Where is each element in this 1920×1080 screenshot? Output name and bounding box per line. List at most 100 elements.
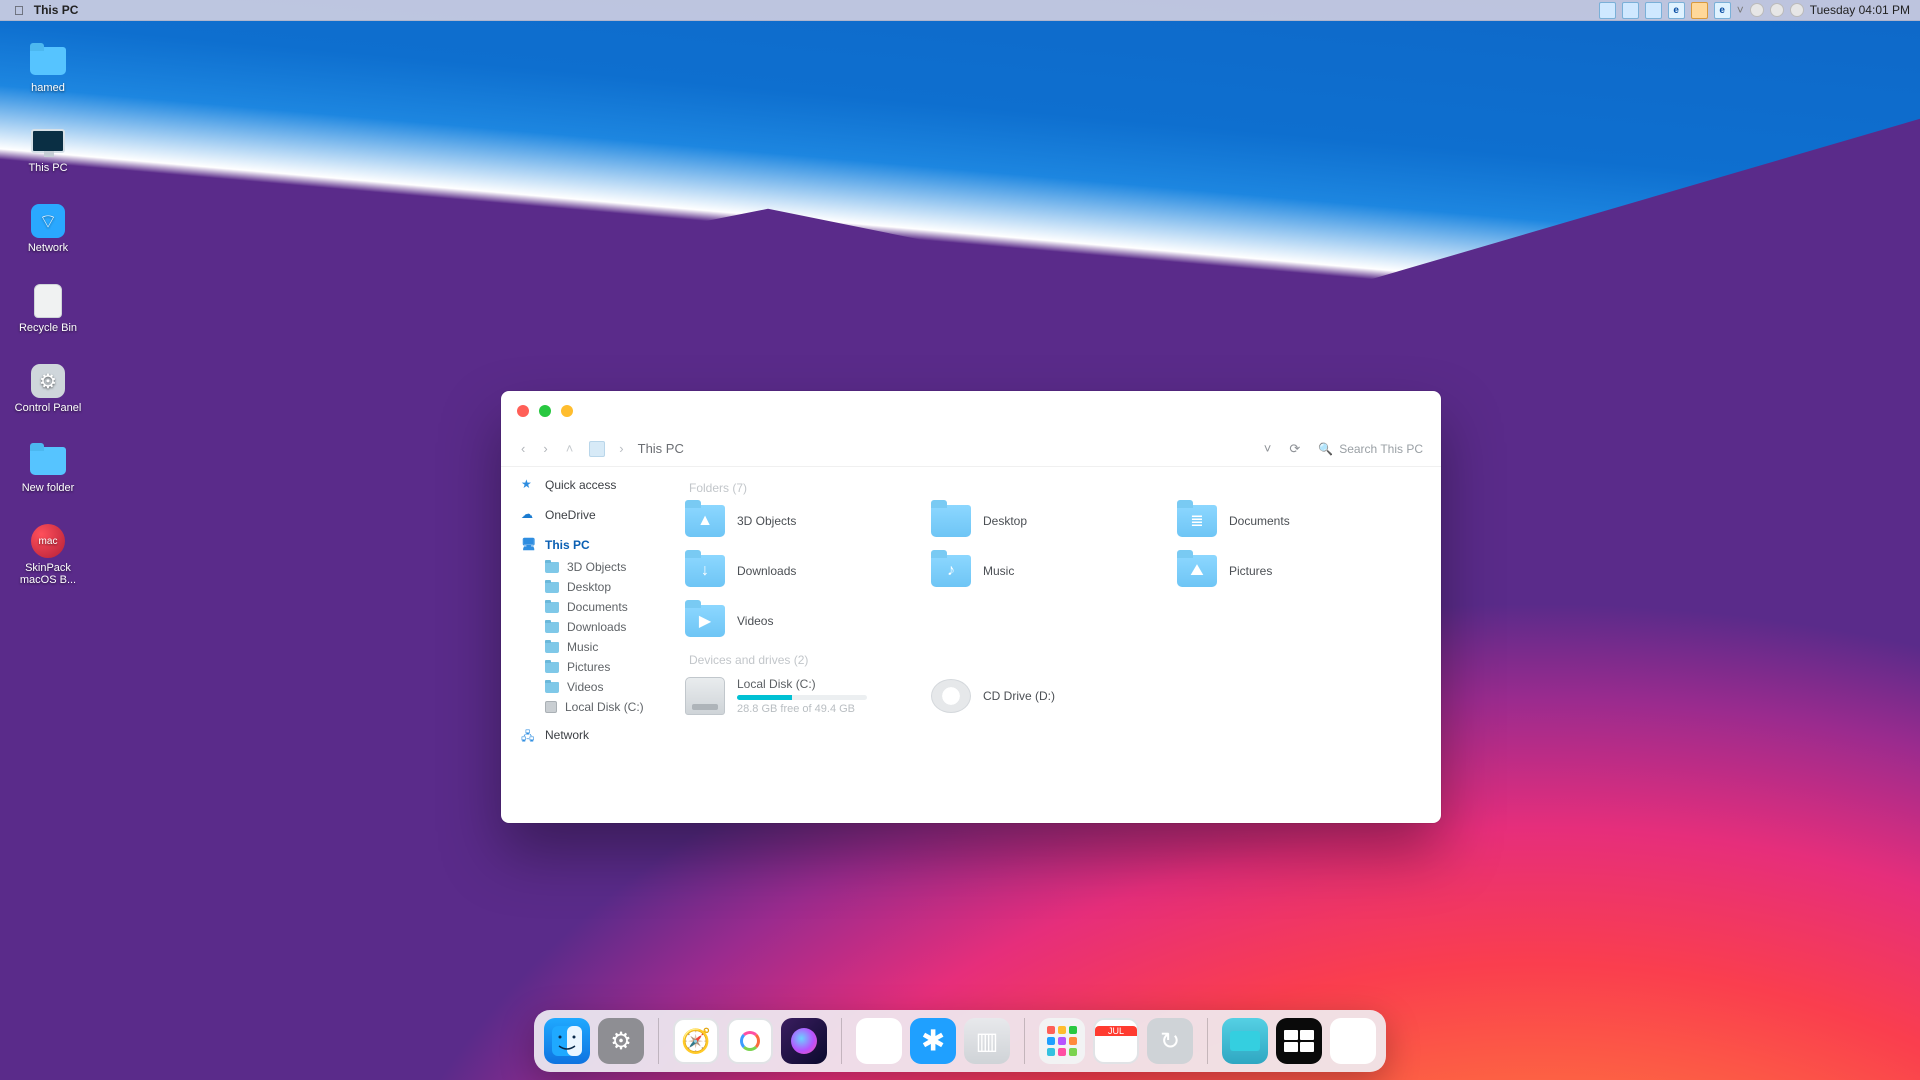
capacity-bar: [737, 695, 867, 700]
menu-bar:  This PC e e ˅ Tuesday 04:01 PM: [0, 0, 1920, 21]
search-placeholder: Search This PC: [1339, 442, 1423, 456]
sidebar-3d-objects[interactable]: 3D Objects: [515, 557, 669, 577]
sidebar-pictures[interactable]: Pictures: [515, 657, 669, 677]
content-pane[interactable]: Folders (7) ▲3D Objects Desktop ≣Documen…: [679, 467, 1441, 823]
dock-siri[interactable]: [781, 1018, 827, 1064]
folder-3d-objects[interactable]: ▲3D Objects: [685, 505, 931, 537]
dock-trash[interactable]: 🗑: [1330, 1018, 1376, 1064]
siri-icon: [791, 1028, 817, 1054]
desktop-icon-this-pc[interactable]: This PC: [10, 126, 86, 174]
desktop-icon-recycle-bin[interactable]: Recycle Bin: [10, 286, 86, 334]
sidebar-music[interactable]: Music: [515, 637, 669, 657]
dock-finder[interactable]: [544, 1018, 590, 1064]
wifi-icon: ⌔: [31, 204, 65, 238]
dock-bootcamp[interactable]: ▥: [964, 1018, 1010, 1064]
music-icon: [740, 1031, 760, 1051]
search-box[interactable]: 🔍 Search This PC: [1318, 442, 1423, 456]
calendar-day: 17: [1105, 1036, 1127, 1058]
dock-show-desktop[interactable]: [1222, 1018, 1268, 1064]
drive-cd-d[interactable]: CD Drive (D:): [931, 677, 1177, 715]
installer-icon: mac: [31, 524, 65, 558]
desktop-icon: [1230, 1031, 1260, 1051]
tray-edge-icon[interactable]: e: [1668, 2, 1685, 19]
maximize-button[interactable]: [561, 405, 573, 417]
dock-home[interactable]: ⌂: [856, 1018, 902, 1064]
network-icon: 🖧: [521, 727, 537, 743]
menubar-app-name[interactable]: This PC: [34, 3, 79, 17]
folder-icon: [545, 602, 559, 613]
address-dropdown-icon[interactable]: ˅: [1264, 441, 1272, 456]
appstore-icon: ✱: [921, 1024, 945, 1059]
file-explorer-window: ‹ › ˄ › This PC ˅ ⟳ 🔍 Search This PC ★Qu…: [501, 391, 1441, 823]
folder-icon: [931, 505, 971, 537]
sidebar-this-pc[interactable]: 🖥This PC: [515, 533, 669, 557]
folder-music[interactable]: ♪Music: [931, 555, 1177, 587]
tray-icon[interactable]: [1691, 2, 1708, 19]
desktop-icon-skinpack[interactable]: macSkinPack macOS B...: [10, 526, 86, 586]
dock-mission-control[interactable]: [1276, 1018, 1322, 1064]
apple-menu-icon[interactable]: : [14, 3, 24, 18]
desktop-icon-user-folder[interactable]: hamed: [10, 46, 86, 94]
sidebar-onedrive[interactable]: ☁OneDrive: [515, 503, 669, 527]
sidebar-desktop[interactable]: Desktop: [515, 577, 669, 597]
group-header-drives[interactable]: Devices and drives (2): [689, 653, 1423, 667]
tray-edge-icon[interactable]: e: [1714, 2, 1731, 19]
dock-calendar[interactable]: JUL17: [1093, 1018, 1139, 1064]
folder-documents[interactable]: ≣Documents: [1177, 505, 1423, 537]
drive-local-c[interactable]: Local Disk (C:) 28.8 GB free of 49.4 GB: [685, 677, 931, 715]
dock-appstore[interactable]: ✱: [910, 1018, 956, 1064]
dock-music[interactable]: [727, 1018, 773, 1064]
tray-network-icon[interactable]: [1770, 3, 1784, 17]
sidebar-documents[interactable]: Documents: [515, 597, 669, 617]
refresh-button[interactable]: ⟳: [1289, 441, 1300, 457]
tray-chevron-icon[interactable]: ˅: [1737, 3, 1744, 17]
window-titlebar[interactable]: [501, 391, 1441, 431]
pc-icon: 🖥: [521, 537, 537, 553]
folder-icon: ≣: [1177, 505, 1217, 537]
folder-icon: ▲: [685, 505, 725, 537]
sidebar-local-disk[interactable]: Local Disk (C:): [515, 697, 669, 717]
cd-icon: [931, 679, 971, 713]
calendar-month: JUL: [1095, 1026, 1137, 1036]
tray-battery-icon[interactable]: [1750, 3, 1764, 17]
dock-timemachine[interactable]: ↻: [1147, 1018, 1193, 1064]
menubar-clock[interactable]: Tuesday 04:01 PM: [1810, 3, 1910, 17]
dock-separator: [1207, 1018, 1208, 1064]
tray-icon[interactable]: [1645, 2, 1662, 19]
address-bar[interactable]: This PC: [638, 441, 684, 456]
disk-icon: [685, 677, 725, 715]
folder-icon: [545, 622, 559, 633]
dock-separator: [658, 1018, 659, 1064]
minimize-button[interactable]: [539, 405, 551, 417]
group-header-folders[interactable]: Folders (7): [689, 481, 1423, 495]
sidebar-network[interactable]: 🖧Network: [515, 723, 669, 747]
sidebar: ★Quick access ☁OneDrive 🖥This PC 3D Obje…: [501, 467, 679, 823]
trash-icon: [34, 284, 62, 318]
folder-downloads[interactable]: ↓Downloads: [685, 555, 931, 587]
nav-up-button[interactable]: ˄: [564, 441, 576, 456]
sidebar-downloads[interactable]: Downloads: [515, 617, 669, 637]
desktop-icon-control-panel[interactable]: ⚙Control Panel: [10, 366, 86, 414]
mission-control-icon: [1284, 1030, 1314, 1052]
gear-icon: ⚙: [31, 364, 65, 398]
folder-videos[interactable]: ▶Videos: [685, 605, 931, 637]
dock-settings[interactable]: ⚙: [598, 1018, 644, 1064]
desktop-icons: hamed This PC ⌔Network Recycle Bin ⚙Cont…: [10, 46, 86, 586]
launchpad-icon: [1047, 1026, 1077, 1056]
tray-volume-icon[interactable]: [1790, 3, 1804, 17]
nav-forward-button[interactable]: ›: [541, 441, 549, 456]
tray-icon[interactable]: [1622, 2, 1639, 19]
close-button[interactable]: [517, 405, 529, 417]
folder-icon: [545, 582, 559, 593]
sidebar-quick-access[interactable]: ★Quick access: [515, 473, 669, 497]
sidebar-videos[interactable]: Videos: [515, 677, 669, 697]
folder-pictures[interactable]: ⛰Pictures: [1177, 555, 1423, 587]
tray-icon[interactable]: [1599, 2, 1616, 19]
folder-desktop[interactable]: Desktop: [931, 505, 1177, 537]
desktop-icon-new-folder[interactable]: New folder: [10, 446, 86, 494]
cloud-icon: ☁: [521, 507, 537, 523]
dock-safari[interactable]: 🧭: [673, 1018, 719, 1064]
nav-back-button[interactable]: ‹: [519, 441, 527, 456]
desktop-icon-network[interactable]: ⌔Network: [10, 206, 86, 254]
dock-launchpad[interactable]: [1039, 1018, 1085, 1064]
